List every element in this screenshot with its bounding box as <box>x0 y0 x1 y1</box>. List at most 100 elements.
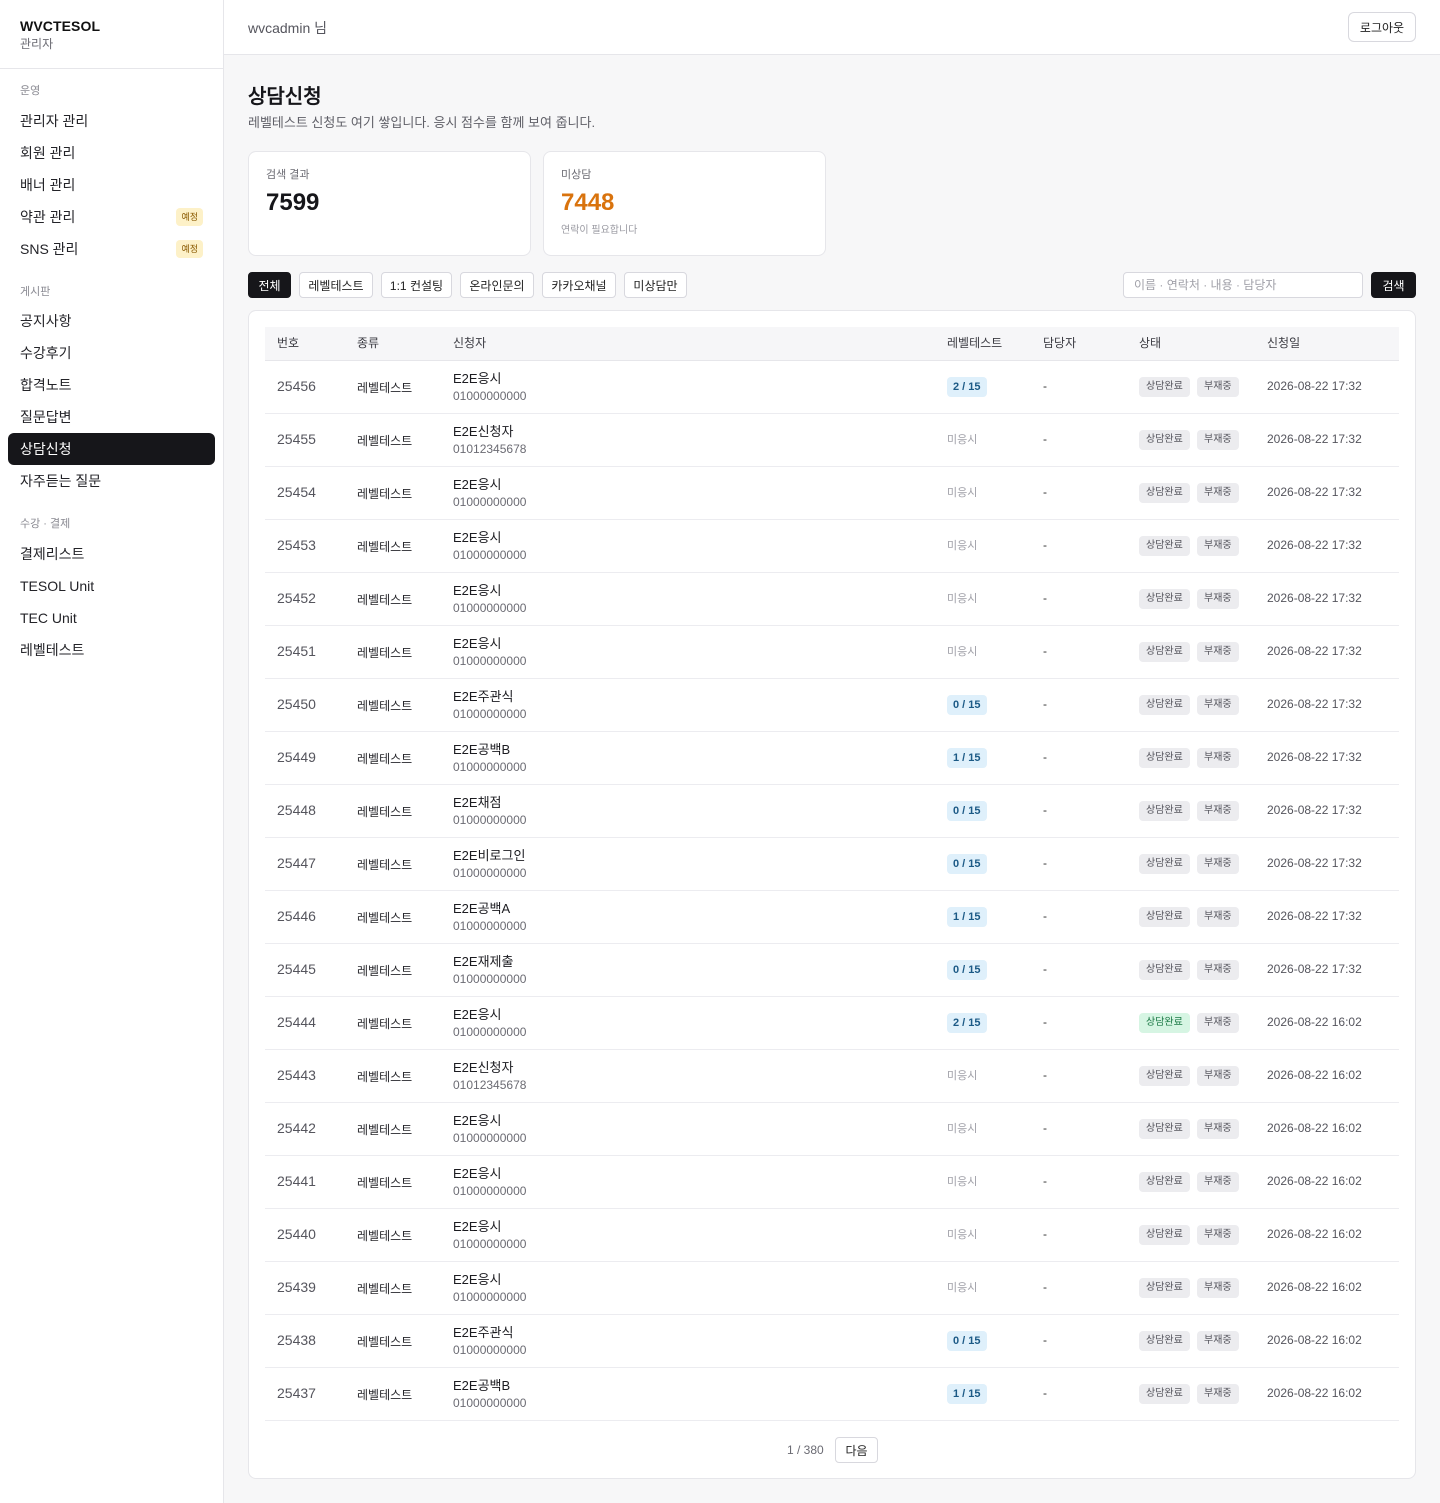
table-row[interactable]: 25441 레벨테스트 E2E응시 01000000000 미응시 - 상담완료 부재중 202… <box>265 1156 1399 1209</box>
status-absent-badge[interactable]: 부재중 <box>1197 854 1239 874</box>
table-row[interactable]: 25448 레벨테스트 E2E채점 01000000000 0 / 15 - 상담완료 부재중… <box>265 785 1399 838</box>
search-button[interactable]: 검색 <box>1371 272 1416 298</box>
status-consulted-badge[interactable]: 상담완료 <box>1139 1172 1190 1192</box>
status-absent-badge[interactable]: 부재중 <box>1197 430 1239 450</box>
table-row[interactable]: 25455 레벨테스트 E2E신청자 01012345678 미응시 - 상담완료 부재중 20… <box>265 414 1399 467</box>
status-consulted-badge[interactable]: 상담완료 <box>1139 1013 1190 1033</box>
table-row[interactable]: 25451 레벨테스트 E2E응시 01000000000 미응시 - 상담완료 부재중 202… <box>265 626 1399 679</box>
status-consulted-badge[interactable]: 상담완료 <box>1139 1331 1190 1351</box>
applicant-name: E2E응시 <box>453 583 502 598</box>
filter-tab[interactable]: 카카오채널 <box>542 272 616 298</box>
status-absent-badge[interactable]: 부재중 <box>1197 907 1239 927</box>
status-absent-badge[interactable]: 부재중 <box>1197 748 1239 768</box>
status-absent-badge[interactable]: 부재중 <box>1197 536 1239 556</box>
table-row[interactable]: 25445 레벨테스트 E2E재제출 01000000000 0 / 15 - 상담완료 부재… <box>265 944 1399 997</box>
sidebar-item[interactable]: TESOL Unit <box>8 570 215 602</box>
row-type: 레벨테스트 <box>357 699 413 713</box>
sidebar-item-label: 질문답변 <box>20 409 72 425</box>
sidebar-item[interactable]: TEC Unit <box>8 602 215 634</box>
search-input[interactable] <box>1123 272 1363 298</box>
status-consulted-badge[interactable]: 상담완료 <box>1139 1066 1190 1086</box>
status-consulted-badge[interactable]: 상담완료 <box>1139 536 1190 556</box>
status-consulted-badge[interactable]: 상담완료 <box>1139 483 1190 503</box>
filter-tab[interactable]: 온라인문의 <box>460 272 534 298</box>
table-row[interactable]: 25442 레벨테스트 E2E응시 01000000000 미응시 - 상담완료 부재중 202… <box>265 1103 1399 1156</box>
table-row[interactable]: 25438 레벨테스트 E2E주관식 01000000000 0 / 15 - 상담완료 부재… <box>265 1315 1399 1368</box>
table-row[interactable]: 25439 레벨테스트 E2E응시 01000000000 미응시 - 상담완료 부재중 202… <box>265 1262 1399 1315</box>
sidebar-item[interactable]: 질문답변 <box>8 401 215 433</box>
status-absent-badge[interactable]: 부재중 <box>1197 642 1239 662</box>
status-absent-badge[interactable]: 부재중 <box>1197 589 1239 609</box>
status-absent-badge[interactable]: 부재중 <box>1197 1066 1239 1086</box>
table-row[interactable]: 25450 레벨테스트 E2E주관식 01000000000 0 / 15 - 상담완료 부재… <box>265 679 1399 732</box>
sidebar-item[interactable]: SNS 관리 예정 <box>8 233 215 265</box>
status-consulted-badge[interactable]: 상담완료 <box>1139 748 1190 768</box>
sidebar-item[interactable]: 자주듣는 질문 <box>8 465 215 497</box>
request-date: 2026-08-22 16:02 <box>1267 1068 1362 1082</box>
table-row[interactable]: 25437 레벨테스트 E2E공백B 01000000000 1 / 15 - 상담완료 부재… <box>265 1368 1399 1421</box>
column-header: 담당자 <box>1043 336 1077 350</box>
status-consulted-badge[interactable]: 상담완료 <box>1139 1278 1190 1298</box>
status-absent-badge[interactable]: 부재중 <box>1197 801 1239 821</box>
status-consulted-badge[interactable]: 상담완료 <box>1139 801 1190 821</box>
sidebar-item[interactable]: 결제리스트 <box>8 538 215 570</box>
status-absent-badge[interactable]: 부재중 <box>1197 483 1239 503</box>
status-consulted-badge[interactable]: 상담완료 <box>1139 854 1190 874</box>
sidebar-item[interactable]: 약관 관리 예정 <box>8 201 215 233</box>
sidebar-item[interactable]: 공지사항 <box>8 305 215 337</box>
sidebar-item[interactable]: 합격노트 <box>8 369 215 401</box>
status-absent-badge[interactable]: 부재중 <box>1197 1119 1239 1139</box>
status-absent-badge[interactable]: 부재중 <box>1197 1278 1239 1298</box>
status-absent-badge[interactable]: 부재중 <box>1197 1225 1239 1245</box>
status-consulted-badge[interactable]: 상담완료 <box>1139 377 1190 397</box>
level-test-score-badge: 0 / 15 <box>947 854 987 874</box>
sidebar-item[interactable]: 상담신청 <box>8 433 215 465</box>
filter-tab[interactable]: 전체 <box>248 272 291 298</box>
sidebar-item[interactable]: 배너 관리 <box>8 169 215 201</box>
request-date: 2026-08-22 16:02 <box>1267 1174 1362 1188</box>
status-consulted-badge[interactable]: 상담완료 <box>1139 907 1190 927</box>
filter-tab[interactable]: 레벨테스트 <box>299 272 373 298</box>
logout-button[interactable]: 로그아웃 <box>1348 12 1416 42</box>
sidebar-item[interactable]: 회원 관리 <box>8 137 215 169</box>
status-consulted-badge[interactable]: 상담완료 <box>1139 695 1190 715</box>
sidebar-item[interactable]: 수강후기 <box>8 337 215 369</box>
status-absent-badge[interactable]: 부재중 <box>1197 695 1239 715</box>
sidebar-item[interactable]: 레벨테스트 <box>8 634 215 666</box>
status-consulted-badge[interactable]: 상담완료 <box>1139 1119 1190 1139</box>
table-row[interactable]: 25456 레벨테스트 E2E응시 01000000000 2 / 15 - 상담완료 부재중… <box>265 361 1399 414</box>
sidebar-item[interactable]: 관리자 관리 <box>8 105 215 137</box>
table-row[interactable]: 25447 레벨테스트 E2E비로그인 01000000000 0 / 15 - 상담완료 부… <box>265 838 1399 891</box>
level-test-score-badge: 0 / 15 <box>947 801 987 821</box>
status-consulted-badge[interactable]: 상담완료 <box>1139 642 1190 662</box>
row-number: 25456 <box>277 378 316 394</box>
row-type: 레벨테스트 <box>357 381 413 395</box>
status-consulted-badge[interactable]: 상담완료 <box>1139 960 1190 980</box>
status-absent-badge[interactable]: 부재중 <box>1197 1013 1239 1033</box>
table-row[interactable]: 25452 레벨테스트 E2E응시 01000000000 미응시 - 상담완료 부재중 202… <box>265 573 1399 626</box>
status-absent-badge[interactable]: 부재중 <box>1197 1384 1239 1404</box>
status-absent-badge[interactable]: 부재중 <box>1197 960 1239 980</box>
status-consulted-badge[interactable]: 상담완료 <box>1139 1225 1190 1245</box>
table-row[interactable]: 25449 레벨테스트 E2E공백B 01000000000 1 / 15 - 상담완료 부재… <box>265 732 1399 785</box>
manager: - <box>1043 1068 1047 1082</box>
filter-tab[interactable]: 미상담만 <box>624 272 687 298</box>
manager: - <box>1043 697 1047 711</box>
table-row[interactable]: 25446 레벨테스트 E2E공백A 01000000000 1 / 15 - 상담완료 부재… <box>265 891 1399 944</box>
status-absent-badge[interactable]: 부재중 <box>1197 1331 1239 1351</box>
status-consulted-badge[interactable]: 상담완료 <box>1139 589 1190 609</box>
coming-soon-badge: 예정 <box>176 240 203 258</box>
applicant-name: E2E응시 <box>453 1272 502 1287</box>
table-row[interactable]: 25440 레벨테스트 E2E응시 01000000000 미응시 - 상담완료 부재중 202… <box>265 1209 1399 1262</box>
table-row[interactable]: 25444 레벨테스트 E2E응시 01000000000 2 / 15 - 상담완료 부재중… <box>265 997 1399 1050</box>
sidebar-item-label: 약관 관리 <box>20 209 76 225</box>
status-consulted-badge[interactable]: 상담완료 <box>1139 430 1190 450</box>
table-row[interactable]: 25454 레벨테스트 E2E응시 01000000000 미응시 - 상담완료 부재중 202… <box>265 467 1399 520</box>
next-page-button[interactable]: 다음 <box>835 1437 878 1463</box>
table-row[interactable]: 25453 레벨테스트 E2E응시 01000000000 미응시 - 상담완료 부재중 202… <box>265 520 1399 573</box>
table-row[interactable]: 25443 레벨테스트 E2E신청자 01012345678 미응시 - 상담완료 부재중 20… <box>265 1050 1399 1103</box>
status-absent-badge[interactable]: 부재중 <box>1197 1172 1239 1192</box>
status-consulted-badge[interactable]: 상담완료 <box>1139 1384 1190 1404</box>
status-absent-badge[interactable]: 부재중 <box>1197 377 1239 397</box>
filter-tab[interactable]: 1:1 컨설팅 <box>381 272 452 298</box>
